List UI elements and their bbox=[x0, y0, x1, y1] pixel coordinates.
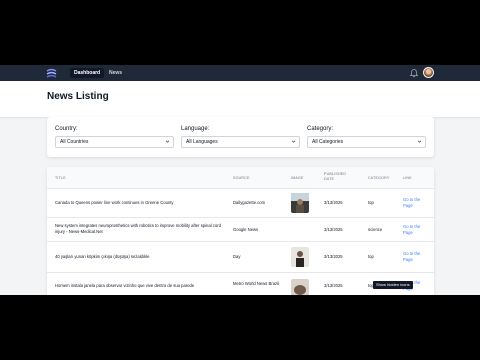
col-category: Category bbox=[368, 176, 390, 180]
country-label: Country: bbox=[55, 126, 78, 132]
chevron-down-icon bbox=[165, 140, 170, 143]
table-row: Canada to Queens power line work continu… bbox=[47, 189, 434, 218]
row-title: New system integrates neuroprosthetics w… bbox=[55, 223, 221, 234]
page-header: News Listing bbox=[0, 81, 480, 117]
col-published-date: Published Date bbox=[324, 172, 347, 181]
row-date: 3/13/2025 bbox=[324, 200, 343, 205]
category-value: All Categories bbox=[312, 139, 344, 145]
col-title: Title bbox=[55, 176, 66, 180]
language-filter: Language: All Languages bbox=[181, 126, 300, 148]
category-filter: Category: All Categories bbox=[307, 126, 426, 148]
user-avatar[interactable] bbox=[423, 67, 434, 78]
news-table: Title Source Image Published Date Catego… bbox=[47, 167, 434, 295]
row-category: top bbox=[368, 254, 374, 259]
category-label: Category: bbox=[307, 126, 334, 132]
category-select[interactable]: All Categories bbox=[307, 136, 426, 148]
row-title: 40 yaşları yunan köpkim çıkışa (düşüşa) … bbox=[55, 254, 150, 259]
nav-dashboard[interactable]: Dashboard bbox=[70, 68, 105, 78]
col-source: Source bbox=[233, 176, 250, 180]
row-source: Dailygazette.com bbox=[233, 200, 266, 205]
logo-icon[interactable] bbox=[46, 68, 57, 78]
language-value: All Languages bbox=[186, 139, 218, 145]
row-link[interactable]: Go to the Page bbox=[403, 251, 427, 262]
app-window: Dashboard News News Listing Country: All… bbox=[0, 65, 480, 295]
row-title: Homem instala janela para observar vizin… bbox=[55, 283, 195, 288]
row-source: Metro World News Brazil bbox=[233, 281, 279, 286]
col-link: Link bbox=[403, 176, 412, 180]
row-date: 3/13/2025 bbox=[324, 283, 343, 288]
row-image[interactable] bbox=[291, 247, 309, 267]
row-date: 3/13/2025 bbox=[324, 254, 343, 259]
chevron-down-icon bbox=[417, 140, 422, 143]
row-link[interactable]: Go to the Page bbox=[403, 197, 427, 208]
table-row: New system integrates neuroprosthetics w… bbox=[47, 218, 434, 242]
language-label: Language: bbox=[181, 126, 210, 132]
row-category: science bbox=[368, 227, 383, 232]
filters-panel: Country: All Countries Language: All Lan… bbox=[47, 117, 434, 157]
row-source: Day bbox=[233, 254, 241, 259]
row-image[interactable] bbox=[291, 279, 309, 295]
row-category: top bbox=[368, 200, 374, 205]
country-value: All Countries bbox=[60, 139, 89, 145]
bell-icon[interactable] bbox=[409, 68, 419, 78]
row-link[interactable]: Go to the Page bbox=[403, 224, 427, 235]
table-row: 40 yaşları yunan köpkim çıkışa (düşüşa) … bbox=[47, 242, 434, 273]
row-title: Canada to Queens power line work continu… bbox=[55, 200, 174, 205]
row-source: Google News bbox=[233, 227, 259, 232]
table-header: Title Source Image Published Date Catego… bbox=[47, 167, 434, 189]
country-select[interactable]: All Countries bbox=[55, 136, 174, 148]
nav-news[interactable]: News bbox=[105, 68, 126, 78]
row-image[interactable] bbox=[291, 193, 309, 213]
row-date: 3/13/2025 bbox=[324, 227, 343, 232]
tooltip: Show hidden icons bbox=[373, 281, 413, 289]
col-image: Image bbox=[291, 176, 304, 180]
country-filter: Country: All Countries bbox=[55, 126, 174, 148]
chevron-down-icon bbox=[291, 140, 296, 143]
navbar: Dashboard News bbox=[0, 65, 480, 81]
language-select[interactable]: All Languages bbox=[181, 136, 300, 148]
page-title: News Listing bbox=[47, 91, 109, 102]
